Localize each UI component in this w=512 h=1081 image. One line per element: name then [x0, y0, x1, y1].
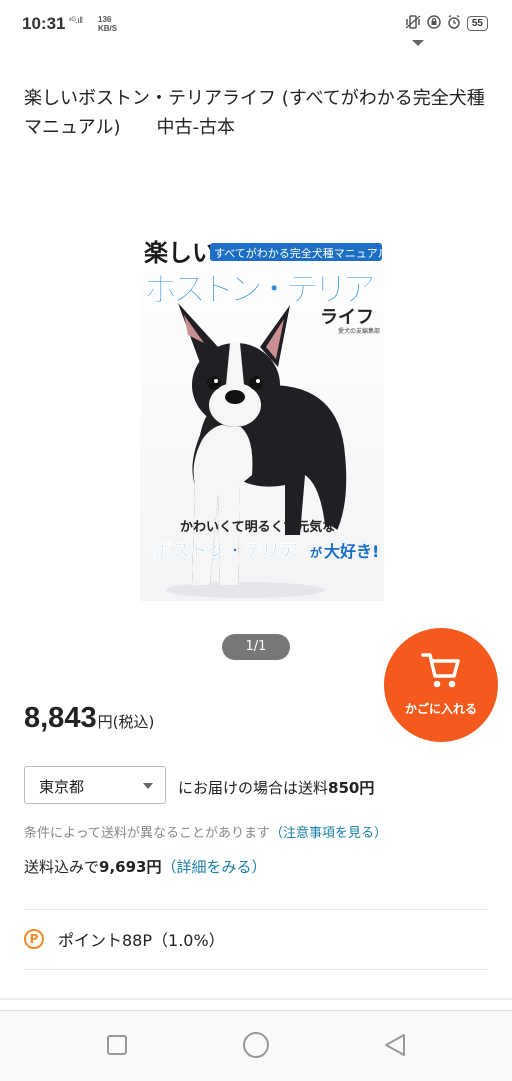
- total-with-shipping: 送料込みで9,693円（詳細をみる）: [24, 856, 266, 877]
- points-icon: P: [24, 929, 44, 949]
- add-to-cart-button[interactable]: かごに入れる: [384, 628, 498, 742]
- cover-subtitle: すべてがわかる完全犬種マニュアル: [214, 246, 384, 260]
- network-speed: 136 KB/S: [98, 15, 117, 33]
- details-link[interactable]: （詳細をみる）: [161, 858, 266, 876]
- cover-publisher: 愛犬の友編集部: [338, 327, 380, 335]
- price-tax-label: (税込): [112, 713, 155, 731]
- circle-icon: [243, 1032, 269, 1058]
- divider: [24, 969, 488, 970]
- chevron-down-icon: [143, 783, 153, 789]
- shipping-note: 条件によって送料が異なることがあります（注意事項を見る）: [24, 822, 387, 841]
- back-triangle-icon: [385, 1034, 405, 1056]
- notification-pull-icon[interactable]: [412, 40, 424, 46]
- divider: [24, 909, 488, 910]
- add-to-cart-label: かごに入れる: [404, 702, 477, 716]
- product-image[interactable]: 楽しい すべてがわかる完全犬種マニュアル ボストン・テリア ライフ 愛犬の友編集…: [140, 235, 388, 601]
- system-nav-bar: [0, 1010, 512, 1081]
- product-title: 楽しいボストン・テリアライフ (すべてがわかる完全犬種マニュアル) 中古-古本: [24, 88, 485, 138]
- cover-top-label: 楽しい: [144, 239, 216, 267]
- battery-icon: 55: [466, 16, 488, 31]
- network-speed-unit: KB/S: [98, 24, 118, 33]
- price: 8,843 円 (税込): [24, 702, 154, 735]
- shipping-fee-text: にお届けの場合は送料850円: [178, 777, 374, 798]
- cover-bottom-title: ボストン・テリア: [154, 541, 298, 562]
- alarm-icon: [447, 14, 461, 32]
- lock-icon: [427, 15, 441, 32]
- divider: [0, 998, 512, 1000]
- points-row: P ポイント88P（1.0%）: [24, 927, 225, 951]
- status-time: 10:31: [22, 14, 66, 33]
- square-icon: [107, 1035, 127, 1055]
- price-value: 8,843: [24, 702, 97, 734]
- cart-icon: [420, 650, 462, 694]
- shipping-fee-value: 850円: [328, 779, 375, 797]
- shipping-note-text: 条件によって送料が異なることがあります: [24, 826, 270, 841]
- network-speed-value: 136: [98, 15, 112, 24]
- prefecture-select[interactable]: 東京都: [24, 766, 166, 804]
- cover-title-life: ライフ: [320, 307, 374, 328]
- recent-apps-button[interactable]: [105, 1033, 129, 1061]
- vibrate-icon: [405, 15, 421, 32]
- total-value: 9,693円: [99, 858, 162, 876]
- image-counter: 1/1: [222, 634, 290, 660]
- status-bar: 10:31 ⁴ᴳ.ıll 136 KB/S 55: [0, 0, 512, 50]
- price-unit: 円: [97, 713, 113, 731]
- cover-bottom-particle: が: [310, 545, 322, 560]
- home-button[interactable]: [242, 1031, 270, 1063]
- status-icons: 55: [405, 14, 488, 32]
- prefecture-select-value: 東京都: [39, 778, 85, 796]
- points-label: ポイント88P（1.0%）: [58, 931, 225, 950]
- cover-bottom-love: 大好き!: [324, 542, 379, 561]
- cover-tagline: かわいくて明るくて元気な: [180, 519, 335, 535]
- signal-icon: ⁴ᴳ.ıll: [68, 15, 83, 25]
- shipping-notes-link[interactable]: （注意事項を見る）: [270, 826, 387, 841]
- total-prefix: 送料込みで: [24, 858, 100, 876]
- shipping-fee-prefix: にお届けの場合は送料: [178, 779, 329, 797]
- back-button[interactable]: [382, 1033, 408, 1061]
